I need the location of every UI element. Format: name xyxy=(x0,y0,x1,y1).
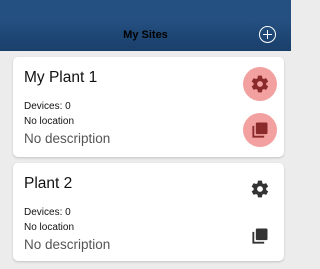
site-copy-button[interactable] xyxy=(243,219,277,253)
copy-icon xyxy=(252,122,268,138)
site-name: Plant 2 xyxy=(24,175,73,192)
site-copy-button[interactable] xyxy=(243,113,277,147)
site-devices: Devices: 0 xyxy=(24,207,71,218)
page-title: My Sites xyxy=(123,29,168,41)
site-devices: Devices: 0 xyxy=(24,101,71,112)
copy-icon xyxy=(252,228,268,244)
site-card[interactable]: Plant 2 Devices: 0 No location No descri… xyxy=(13,163,284,261)
gear-icon xyxy=(251,180,269,198)
site-location: No location xyxy=(24,222,75,233)
site-description: No description xyxy=(24,131,111,146)
site-location: No location xyxy=(24,116,75,127)
site-settings-button[interactable] xyxy=(243,172,277,206)
site-settings-button[interactable] xyxy=(243,67,277,101)
app-header: My Sites xyxy=(0,0,291,51)
site-card[interactable]: My Plant 1 Devices: 0 No location No des… xyxy=(13,57,284,157)
site-name: My Plant 1 xyxy=(24,69,98,86)
gear-icon xyxy=(251,75,269,93)
site-description: No description xyxy=(24,237,111,252)
add-site-button[interactable] xyxy=(259,26,276,43)
status-bar xyxy=(0,0,291,18)
